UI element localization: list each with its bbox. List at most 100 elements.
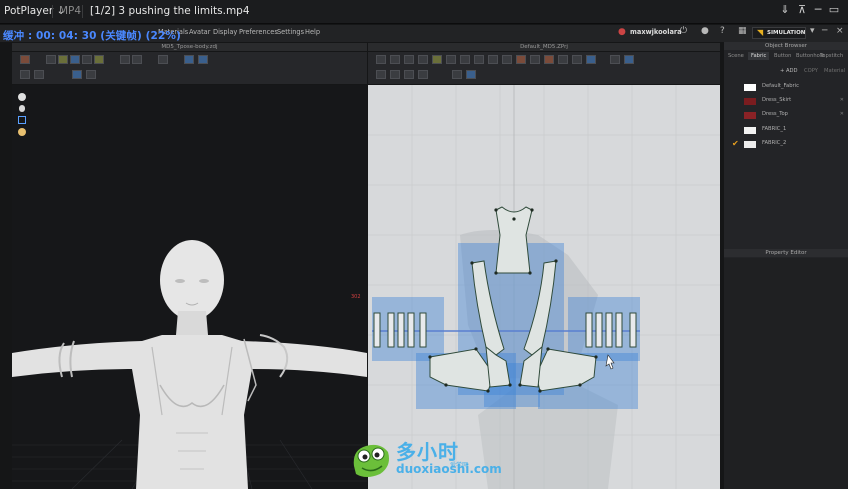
menu-item-preferences[interactable]: Preferences bbox=[239, 28, 278, 36]
fabric-swatch bbox=[744, 141, 756, 148]
fabric-row[interactable]: FABRIC_1 bbox=[732, 125, 844, 137]
avatar-model[interactable] bbox=[12, 240, 367, 489]
strap-piece[interactable] bbox=[407, 312, 415, 348]
strap-piece[interactable] bbox=[373, 312, 381, 348]
minimize-button[interactable]: ─ bbox=[811, 3, 825, 19]
viewport-3d-toolbar bbox=[12, 52, 367, 84]
power-icon[interactable]: ⏻ bbox=[680, 26, 687, 36]
avatar-tool[interactable] bbox=[198, 55, 208, 64]
tab-fabric[interactable]: Fabric bbox=[748, 52, 770, 60]
pin-icon[interactable]: ⇓ bbox=[778, 3, 792, 19]
fabric-swatch bbox=[744, 112, 756, 119]
pattern-canvas bbox=[368, 85, 720, 489]
tab-scene[interactable]: Scene bbox=[728, 52, 744, 60]
strap-piece[interactable] bbox=[629, 312, 637, 348]
delete-icon[interactable]: ✕ bbox=[840, 111, 844, 117]
menu-item-help[interactable]: Help bbox=[305, 28, 320, 36]
menu-item-display[interactable]: Display bbox=[213, 28, 237, 36]
button-tool[interactable] bbox=[158, 55, 168, 64]
strap-piece[interactable] bbox=[605, 312, 613, 348]
tack-tool[interactable] bbox=[94, 55, 104, 64]
free-sewing-tool[interactable] bbox=[544, 55, 554, 64]
edit-point-tool[interactable] bbox=[404, 55, 414, 64]
player-app-name[interactable]: PotPlayer ⌄ bbox=[4, 5, 65, 17]
fabric-row[interactable]: Dress_Skirt ✕ bbox=[732, 96, 844, 108]
garment-view-tool[interactable] bbox=[20, 70, 30, 79]
internal-circle-tool[interactable] bbox=[502, 55, 512, 64]
symmetry-tool[interactable] bbox=[466, 70, 476, 79]
circle-tool[interactable] bbox=[460, 55, 470, 64]
minimize-to-tray-icon[interactable]: ⊼ bbox=[795, 3, 809, 19]
delete-icon[interactable]: ✕ bbox=[840, 97, 844, 103]
dart-tool[interactable] bbox=[516, 55, 526, 64]
viewport-marker: 302 bbox=[351, 294, 361, 300]
tape-tool[interactable] bbox=[132, 55, 142, 64]
maximize-button[interactable]: ▭ bbox=[827, 3, 841, 19]
watermark: 多小时 爱学网 duoxiaoshi.com bbox=[348, 436, 518, 482]
fabric-options-button[interactable]: Material bbox=[824, 68, 845, 74]
viewport-3d[interactable]: 302 bbox=[12, 85, 367, 489]
segment-sewing-tool[interactable] bbox=[530, 55, 540, 64]
select-mesh-tool[interactable] bbox=[58, 55, 68, 64]
transform-pattern-tool[interactable] bbox=[86, 70, 96, 79]
avatar-view-tool[interactable] bbox=[34, 70, 44, 79]
texture-tool[interactable] bbox=[624, 55, 634, 64]
strap-piece[interactable] bbox=[615, 312, 623, 348]
strap-piece[interactable] bbox=[397, 312, 405, 348]
fold-tool[interactable] bbox=[70, 55, 80, 64]
edit-pattern-tool[interactable] bbox=[376, 55, 386, 64]
edit-curvature-tool[interactable] bbox=[418, 55, 428, 64]
window-button[interactable]: ─ bbox=[822, 26, 827, 36]
fabric-row[interactable]: ✔ FABRIC_2 bbox=[732, 139, 844, 151]
fabric-name: Dress_Top bbox=[762, 111, 788, 117]
internal-rectangle-tool[interactable] bbox=[488, 55, 498, 64]
pin-tool[interactable] bbox=[82, 55, 92, 64]
texture-icon[interactable] bbox=[18, 128, 26, 136]
avatar-icon[interactable] bbox=[18, 93, 26, 101]
strap-piece[interactable] bbox=[387, 312, 395, 348]
user-name[interactable]: maxwjkoolara bbox=[630, 28, 682, 36]
pattern-toolbar bbox=[368, 52, 720, 84]
pin-2d-tool[interactable] bbox=[404, 70, 414, 79]
tab-topstitch[interactable]: Topstitch bbox=[820, 52, 843, 60]
chevron-down-icon[interactable]: ▾ bbox=[810, 26, 815, 36]
simulation-toggle[interactable]: ◥ SIMULATION bbox=[752, 27, 806, 39]
polygon-tool[interactable] bbox=[432, 55, 442, 64]
tab-button[interactable]: Button bbox=[774, 52, 791, 60]
arrangement-tool[interactable] bbox=[390, 70, 400, 79]
fold-arrangement-tool[interactable] bbox=[586, 55, 596, 64]
simulate-tool[interactable] bbox=[20, 55, 30, 64]
strap-piece[interactable] bbox=[595, 312, 603, 348]
grid-icon[interactable]: ▦ bbox=[738, 26, 747, 36]
select-tool[interactable] bbox=[46, 55, 56, 64]
grain-tool[interactable] bbox=[452, 70, 462, 79]
notch-tool[interactable] bbox=[418, 70, 428, 79]
seam-allowance-tool[interactable] bbox=[610, 55, 620, 64]
trace-tool[interactable] bbox=[572, 55, 582, 64]
skeleton-icon[interactable] bbox=[18, 116, 26, 124]
rectangle-tool[interactable] bbox=[446, 55, 456, 64]
measure-tool[interactable] bbox=[120, 55, 130, 64]
watermark-domain: duoxiaoshi.com bbox=[396, 462, 502, 476]
help-icon[interactable]: ? bbox=[720, 26, 725, 36]
avatar-body-icon[interactable] bbox=[19, 105, 25, 112]
fabric-row[interactable]: Dress_Top ✕ bbox=[732, 110, 844, 122]
pattern-window-2d[interactable] bbox=[368, 85, 720, 489]
player-file-title: [1/2] 3 pushing the limits.mp4 bbox=[90, 5, 250, 17]
menu-item-settings[interactable]: Settings bbox=[277, 28, 304, 36]
strap-piece[interactable] bbox=[419, 312, 427, 348]
internal-polygon-tool[interactable] bbox=[474, 55, 484, 64]
topstitch-tool[interactable] bbox=[184, 55, 194, 64]
pattern-piece-neck[interactable] bbox=[495, 206, 533, 274]
transform-pattern-tool[interactable] bbox=[390, 55, 400, 64]
close-icon[interactable]: × bbox=[836, 26, 844, 36]
strap-piece[interactable] bbox=[585, 312, 593, 348]
pattern-layout-tool[interactable] bbox=[376, 70, 386, 79]
add-fabric-button[interactable]: + ADD bbox=[780, 68, 798, 74]
fabric-row[interactable]: Default_Fabric bbox=[732, 82, 844, 94]
edit-sewing-tool[interactable] bbox=[558, 55, 568, 64]
transform-tool[interactable] bbox=[72, 70, 82, 79]
copy-fabric-button[interactable]: COPY bbox=[804, 68, 818, 74]
account-icon[interactable]: ● bbox=[701, 26, 709, 36]
menu-item-avatar[interactable]: Avatar bbox=[189, 28, 210, 36]
